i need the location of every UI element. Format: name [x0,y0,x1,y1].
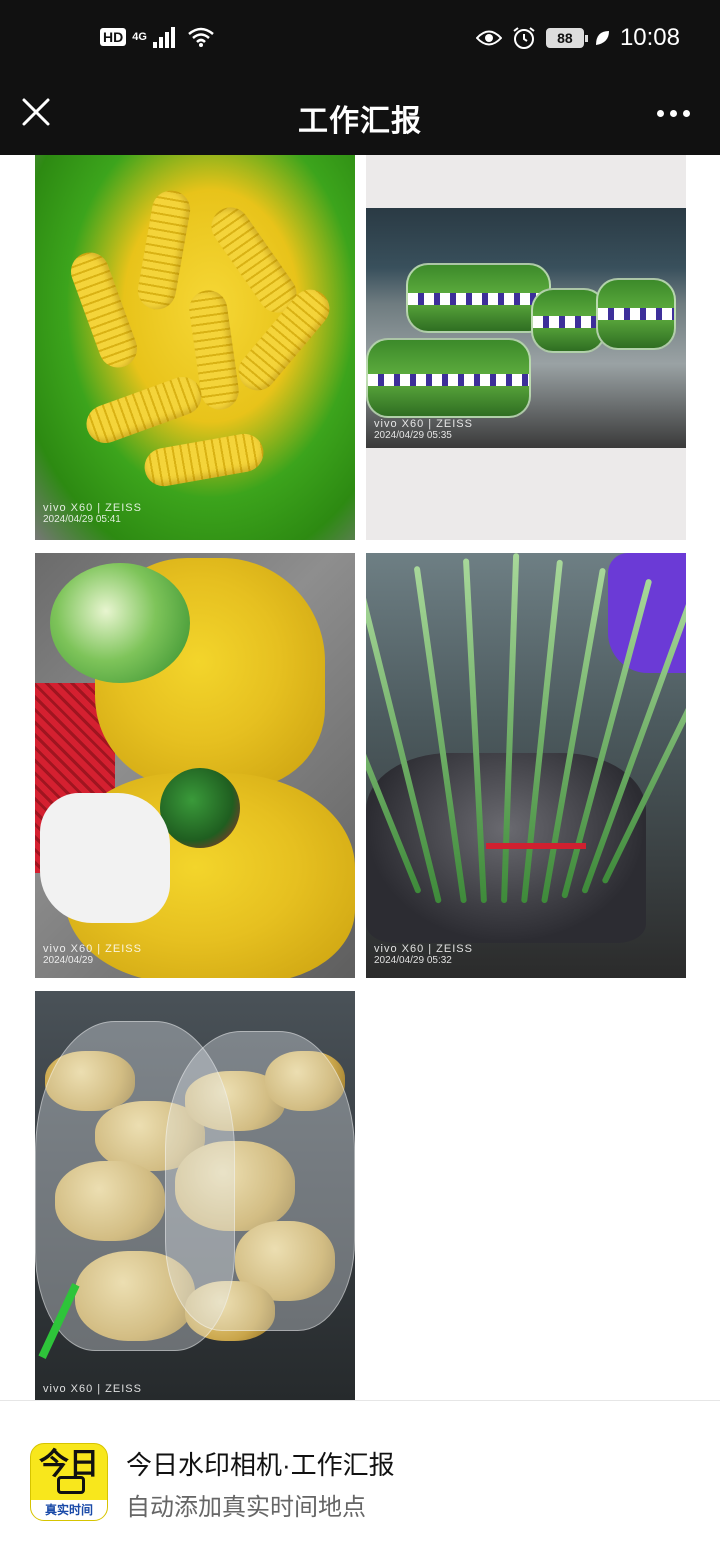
corn-cob [141,430,267,490]
more-icon[interactable] [657,98,690,117]
more-dot [670,110,677,117]
photo-watermark: vivo X60 | ZEISS 2024/04/29 05:35 [374,418,473,442]
watermark-camera: vivo X60 | ZEISS [374,418,473,430]
greens-bundle [366,338,531,418]
bundle-band [368,374,529,386]
photo-packaged-greens[interactable]: vivo X60 | ZEISS 2024/04/29 05:35 [366,155,686,540]
network-label: 4G [132,30,147,43]
status-left: HD 4G [100,26,215,48]
promo-subtitle: 自动添加真实时间地点 [126,1494,366,1521]
page-title: 工作汇报 [298,105,422,138]
photo-grid: vivo X60 | ZEISS 2024/04/29 05:41 vivo X… [0,155,720,1400]
app-promo-footer[interactable]: 今日 真实时间 今日水印相机·工作汇报 自动添加真实时间地点 [0,1400,720,1560]
photo-inner: vivo X60 | ZEISS 2024/04/29 05:35 [366,208,686,448]
photo-cabbage[interactable]: vivo X60 | ZEISS 2024/04/29 [35,553,355,978]
watermark-camera: vivo X60 | ZEISS [43,1383,142,1395]
vegetable-bunch [160,768,240,848]
camera-icon [57,1476,85,1494]
more-dot [657,110,664,117]
alarm-icon [513,27,535,49]
promo-title: 今日水印相机·工作汇报 [126,1450,395,1480]
photo-ginger[interactable]: vivo X60 | ZEISS [35,991,355,1400]
corn-cob [81,371,207,449]
watermark-camera: vivo X60 | ZEISS [43,502,142,514]
red-tie [486,843,586,849]
eye-icon [475,30,502,46]
photo-watermark: vivo X60 | ZEISS [43,1383,142,1395]
watermark-time: 2024/04/29 05:32 [374,955,452,966]
watermark-time: 2024/04/29 05:41 [43,514,121,525]
logo-caption: 真实时间 [31,1500,107,1520]
greens-bundle [596,278,676,350]
photo-watermark: vivo X60 | ZEISS 2024/04/29 05:32 [374,943,473,967]
watermark-time: 2024/04/29 05:35 [374,430,452,441]
hd-badge: HD [100,28,127,46]
bundle-band [533,316,604,328]
cabbage-head [50,563,190,683]
status-right: 88 10:08 [475,24,680,52]
greens-bundle [406,263,551,333]
watermark-camera: vivo X60 | ZEISS [374,943,473,955]
photo-corn[interactable]: vivo X60 | ZEISS 2024/04/29 05:41 [35,155,355,540]
clock-time: 10:08 [619,24,680,51]
bundle-band [408,293,549,305]
wifi-icon [188,27,214,47]
battery-icon: 88 [545,28,588,48]
photo-green-garlic[interactable]: vivo X60 | ZEISS 2024/04/29 05:32 [366,553,686,978]
plastic-bag [165,1031,355,1331]
bundle-band [598,308,674,320]
purple-container [608,553,686,673]
watermark-camera: vivo X60 | ZEISS [43,943,142,955]
photo-watermark: vivo X60 | ZEISS 2024/04/29 [43,943,142,967]
status-bar: HD 4G 88 10:08 [0,0,720,80]
greens-bundle [531,288,606,353]
white-bag [40,793,170,923]
watermark-time: 2024/04/29 [43,955,94,966]
app-logo: 今日 真实时间 [30,1443,108,1521]
nav-bar: 工作汇报 [0,80,720,155]
more-dot [683,110,690,117]
photo-watermark: vivo X60 | ZEISS 2024/04/29 05:41 [43,502,142,526]
corn-cob [134,187,194,313]
signal-icon [152,27,175,48]
corn-cob [65,247,143,373]
leaf-icon [595,31,609,45]
